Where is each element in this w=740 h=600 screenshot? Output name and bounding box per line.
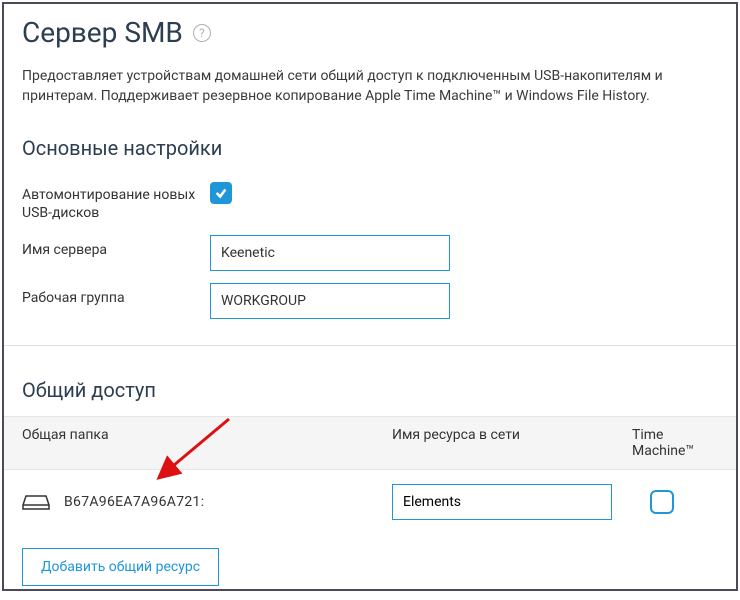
drive-id: B67A96EA7A96A721:: [64, 494, 204, 510]
time-machine-checkbox[interactable]: [650, 490, 674, 514]
workgroup-input[interactable]: [210, 283, 450, 319]
resource-name-input[interactable]: [392, 484, 612, 520]
drive-icon: [22, 493, 50, 511]
page-title: Сервер SMB ?: [22, 16, 718, 49]
server-name-input[interactable]: [210, 235, 450, 271]
automount-label: Автомонтирование новых USB-дисков: [22, 180, 210, 222]
col-header-resource: Имя ресурса в сети: [392, 427, 632, 459]
col-header-tm: Time Machine™: [632, 427, 718, 459]
table-header: Общая папка Имя ресурса в сети Time Mach…: [4, 416, 736, 470]
page-title-text: Сервер SMB: [22, 16, 183, 49]
server-name-label: Имя сервера: [22, 235, 210, 259]
sharing-title: Общий доступ: [4, 366, 736, 416]
basic-settings-title: Основные настройки: [4, 124, 736, 174]
page-description: Предоставляет устройствам домашней сети …: [4, 57, 736, 124]
workgroup-label: Рабочая группа: [22, 283, 210, 307]
table-row: B67A96EA7A96A721:: [4, 470, 736, 534]
add-share-button[interactable]: Добавить общий ресурс: [22, 548, 219, 586]
help-icon[interactable]: ?: [193, 24, 211, 42]
automount-checkbox[interactable]: [210, 182, 232, 204]
col-header-folder: Общая папка: [22, 427, 392, 459]
